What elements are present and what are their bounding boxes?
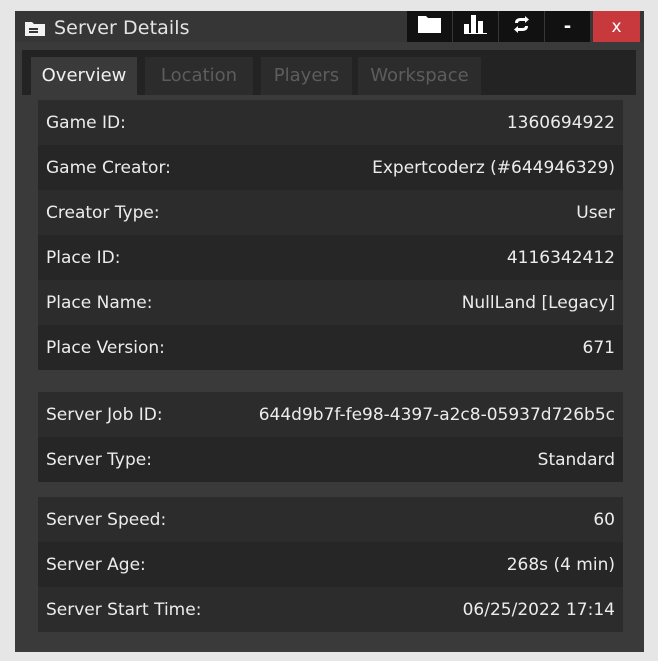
server-details-window: Server Details - x Overview Location Pla… <box>15 11 644 652</box>
close-button[interactable]: x <box>593 11 640 42</box>
row-label: Place Name: <box>46 292 153 313</box>
row-value: User <box>576 202 615 223</box>
row-value: 06/25/2022 17:14 <box>462 599 615 620</box>
tab-panel: Overview Location Players Workspace Game… <box>22 50 636 639</box>
row-label: Server Speed: <box>46 509 167 530</box>
row-value: 644d9b7f-fe98-4397-a2c8-05937d726b5c <box>258 404 615 425</box>
folder-icon <box>418 16 441 37</box>
stats-button[interactable] <box>453 11 498 42</box>
row-label: Game ID: <box>46 112 126 133</box>
info-row-game-creator: Game Creator: Expertcoderz (#644946329) <box>38 145 623 190</box>
info-row-server-speed: Server Speed: 60 <box>38 497 623 542</box>
row-label: Server Type: <box>46 449 152 470</box>
info-row-server-job-id: Server Job ID: 644d9b7f-fe98-4397-a2c8-0… <box>38 392 623 437</box>
refresh-button[interactable] <box>499 11 544 42</box>
minimize-button[interactable]: - <box>545 11 590 42</box>
row-value: 60 <box>593 509 615 530</box>
tab-overview[interactable]: Overview <box>31 57 137 95</box>
info-row-creator-type: Creator Type: User <box>38 190 623 235</box>
tab-location[interactable]: Location <box>145 57 253 95</box>
info-row-server-type: Server Type: Standard <box>38 437 623 482</box>
row-label: Creator Type: <box>46 202 160 223</box>
row-value: 671 <box>582 337 615 358</box>
overview-content: Game ID: 1360694922 Game Creator: Expert… <box>22 95 636 639</box>
runtime-info-group: Server Speed: 60 Server Age: 268s (4 min… <box>38 497 623 632</box>
info-row-place-id: Place ID: 4116342412 <box>38 235 623 280</box>
folder-card-icon <box>25 21 45 36</box>
tab-players[interactable]: Players <box>261 57 352 95</box>
info-row-game-id: Game ID: 1360694922 <box>38 100 623 145</box>
row-label: Game Creator: <box>46 157 171 178</box>
row-label: Place Version: <box>46 337 165 358</box>
row-value: 4116342412 <box>506 247 615 268</box>
open-folder-button[interactable] <box>407 11 452 42</box>
window-title: Server Details <box>54 17 190 39</box>
title-bar[interactable]: Server Details - x <box>15 11 644 42</box>
row-label: Place ID: <box>46 247 121 268</box>
row-value: NullLand [Legacy] <box>461 292 615 313</box>
row-value: Expertcoderz (#644946329) <box>372 157 615 178</box>
info-row-server-age: Server Age: 268s (4 min) <box>38 542 623 587</box>
refresh-icon <box>513 16 530 37</box>
tab-workspace[interactable]: Workspace <box>358 57 481 95</box>
row-value: Standard <box>537 449 615 470</box>
info-row-place-version: Place Version: 671 <box>38 325 623 370</box>
info-row-server-start-time: Server Start Time: 06/25/2022 17:14 <box>38 587 623 632</box>
row-label: Server Age: <box>46 554 146 575</box>
server-info-group: Server Job ID: 644d9b7f-fe98-4397-a2c8-0… <box>38 392 623 482</box>
row-value: 1360694922 <box>506 112 615 133</box>
row-value: 268s (4 min) <box>506 554 615 575</box>
bar-chart-icon <box>464 15 487 38</box>
row-label: Server Start Time: <box>46 599 202 620</box>
row-label: Server Job ID: <box>46 404 163 425</box>
info-row-place-name: Place Name: NullLand [Legacy] <box>38 280 623 325</box>
game-info-group: Game ID: 1360694922 Game Creator: Expert… <box>38 100 623 370</box>
